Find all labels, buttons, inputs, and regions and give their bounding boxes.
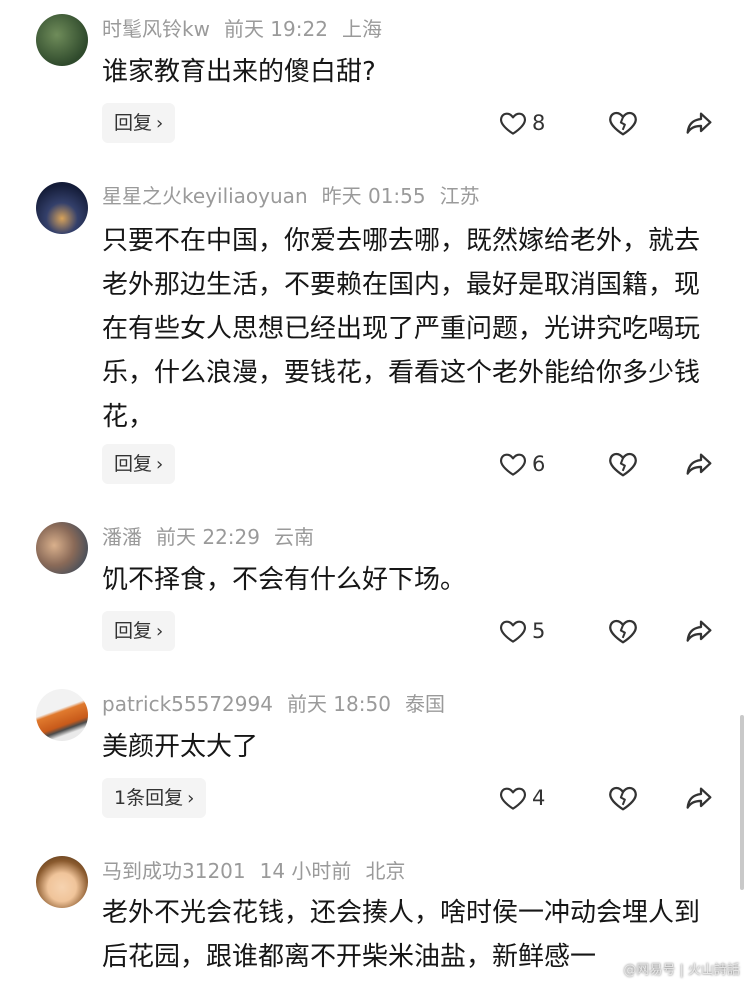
like-button[interactable]: 8 <box>498 103 545 143</box>
username[interactable]: 潘潘 <box>102 525 142 549</box>
comment-location: 江苏 <box>439 184 480 208</box>
reply-button[interactable]: 回复 › <box>102 611 176 651</box>
broken-heart-icon[interactable] <box>607 448 639 480</box>
share-icon[interactable] <box>683 107 715 139</box>
share-icon[interactable] <box>683 615 715 647</box>
comment-time: 14 小时前 <box>259 859 352 883</box>
comment-location: 泰国 <box>404 692 445 716</box>
like-button[interactable]: 5 <box>498 611 545 651</box>
like-button[interactable]: 6 <box>498 444 545 484</box>
username[interactable]: patrick55572994 <box>102 692 273 716</box>
chevron-right-icon: › <box>156 621 164 642</box>
comment-time: 前天 18:50 <box>286 692 391 716</box>
comment-text: 饥不择食，不会有什么好下场。 <box>102 565 467 595</box>
chevron-right-icon: › <box>156 454 164 475</box>
comment-meta: 时髦风铃kw 前天 19:22 上海 <box>102 14 396 44</box>
comment-meta: 潘潘 前天 22:29 云南 <box>102 522 328 552</box>
reply-label: 1条回复 <box>114 787 184 809</box>
broken-heart-icon[interactable] <box>607 107 639 139</box>
like-count: 8 <box>532 111 546 135</box>
reply-label: 回复 <box>114 112 153 134</box>
reply-label: 回复 <box>114 620 153 642</box>
scrollbar[interactable] <box>740 715 744 890</box>
like-count: 4 <box>532 786 546 810</box>
comment-time: 前天 22:29 <box>156 525 260 549</box>
comment-text: 只要不在中国，你爱去哪去哪，既然嫁给老外，就去老外那边生活，不要赖在国内，最好是… <box>102 226 701 432</box>
comment-text: 美颜开太大了 <box>102 732 259 762</box>
chevron-right-icon: › <box>187 788 195 809</box>
reply-button[interactable]: 1条回复 › <box>102 778 207 818</box>
heart-icon <box>500 112 526 135</box>
reply-button[interactable]: 回复 › <box>102 444 176 484</box>
chevron-right-icon: › <box>156 113 164 134</box>
comment-time: 前天 19:22 <box>223 17 328 41</box>
comment-location: 云南 <box>274 525 314 549</box>
reply-label: 回复 <box>114 453 153 475</box>
heart-icon <box>500 620 526 643</box>
comment-location: 上海 <box>341 17 382 41</box>
username[interactable]: 时髦风铃kw <box>102 17 210 41</box>
heart-icon <box>500 453 526 476</box>
broken-heart-icon[interactable] <box>607 615 639 647</box>
avatar[interactable] <box>36 522 88 574</box>
avatar[interactable] <box>36 14 88 66</box>
comment-location: 北京 <box>365 859 406 883</box>
share-icon[interactable] <box>683 782 715 814</box>
reply-button[interactable]: 回复 › <box>102 103 176 143</box>
heart-icon <box>500 787 526 810</box>
watermark: @网易号 | 火山詩話 <box>623 963 740 978</box>
username[interactable]: 马到成功31201 <box>102 859 246 883</box>
comment-meta: patrick55572994 前天 18:50 泰国 <box>102 689 459 719</box>
avatar[interactable] <box>36 182 88 234</box>
comment-text: 谁家教育出来的傻白甜? <box>102 57 376 87</box>
like-count: 6 <box>532 452 546 476</box>
comment-time: 昨天 01:55 <box>321 184 426 208</box>
like-button[interactable]: 4 <box>498 778 545 818</box>
like-count: 5 <box>532 619 546 643</box>
share-icon[interactable] <box>683 448 715 480</box>
username[interactable]: 星星之火keyiliaoyuan <box>102 184 308 208</box>
avatar[interactable] <box>36 856 88 908</box>
comment-meta: 马到成功31201 14 小时前 北京 <box>102 856 419 886</box>
broken-heart-icon[interactable] <box>607 782 639 814</box>
comment-meta: 星星之火keyiliaoyuan 昨天 01:55 江苏 <box>102 181 494 211</box>
avatar[interactable] <box>36 689 88 741</box>
